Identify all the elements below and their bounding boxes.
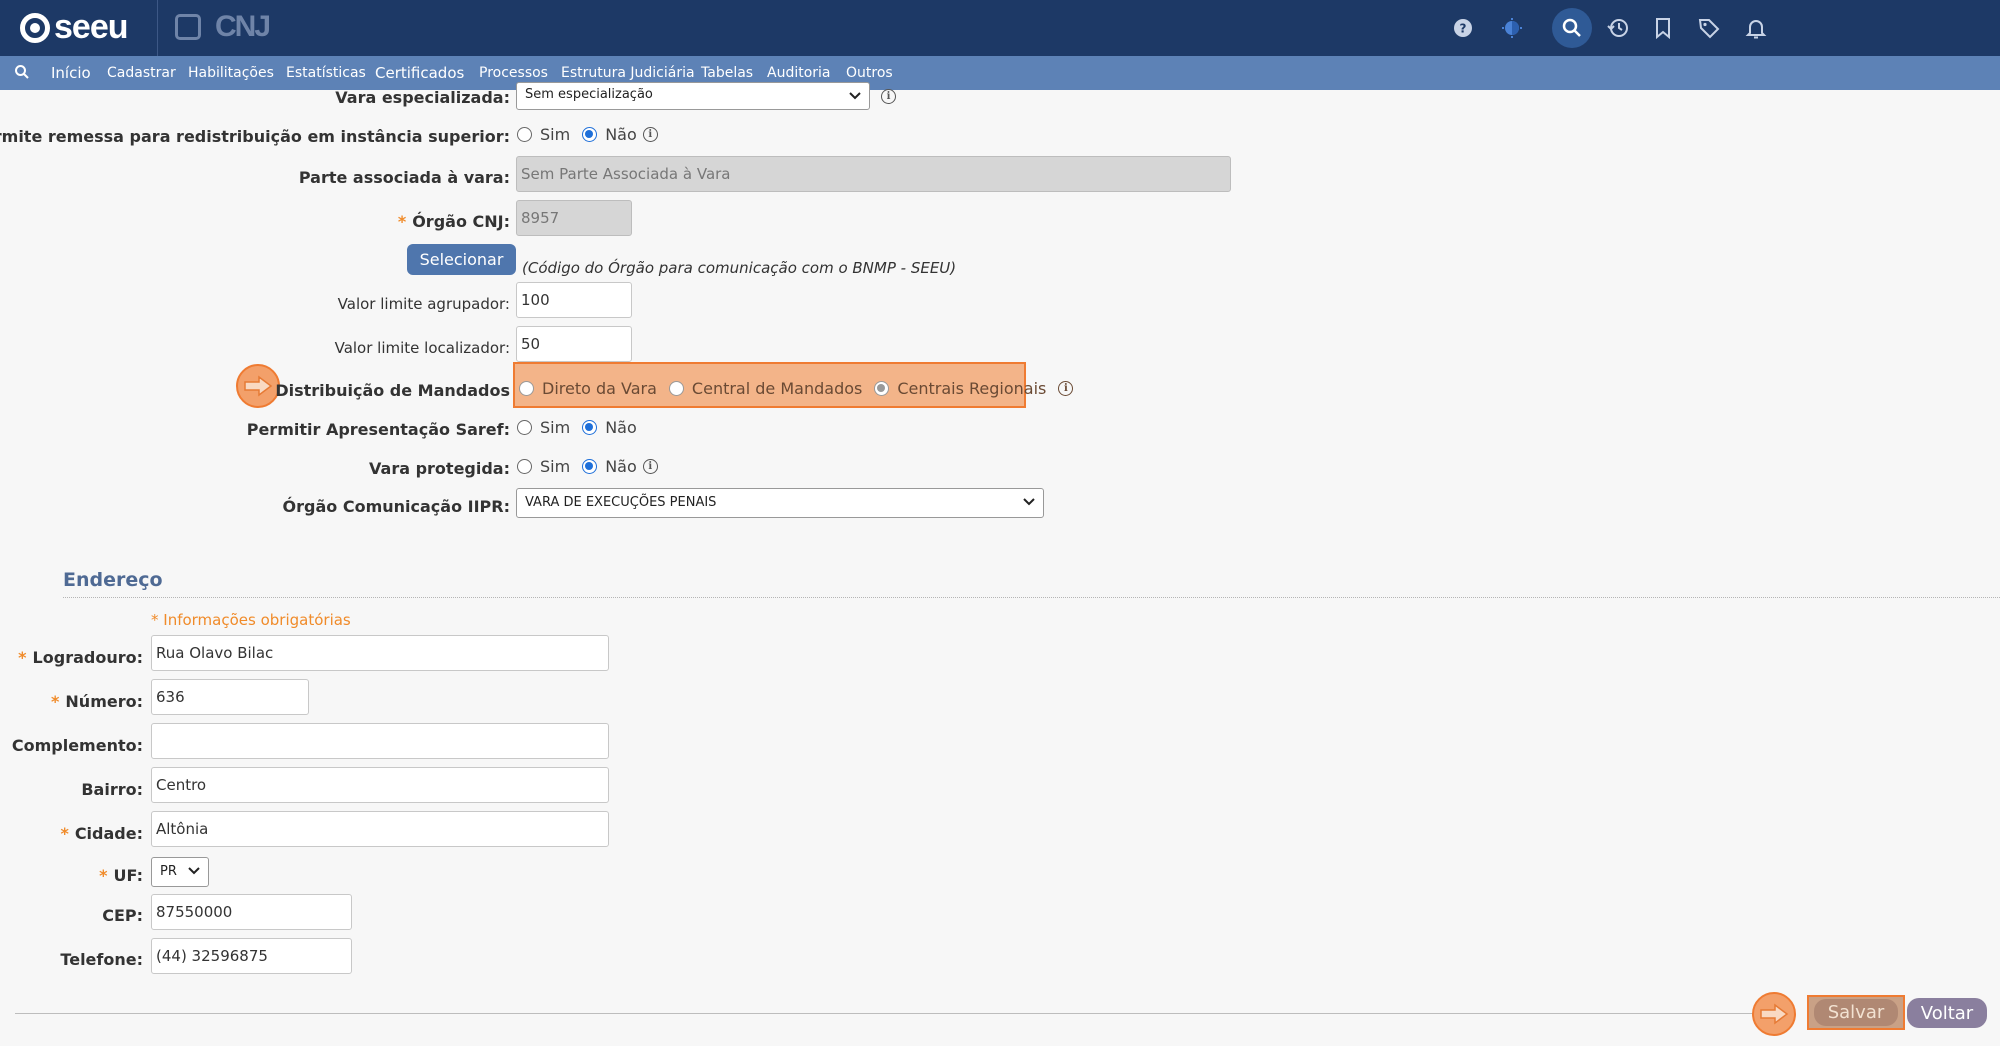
parte-associada-label: Parte associada à vara: xyxy=(298,168,510,187)
cidade-input[interactable]: Altônia xyxy=(151,811,609,847)
svg-text:?: ? xyxy=(1460,22,1467,36)
vara-protegida-radio-group: Sim Não i xyxy=(517,457,658,476)
nav-search-icon[interactable] xyxy=(14,64,30,80)
seeu-logo[interactable]: seeu xyxy=(20,8,128,47)
section-divider xyxy=(63,597,2000,598)
pointer-arrow-icon xyxy=(236,364,280,408)
pointer-arrow-icon xyxy=(1752,992,1796,1036)
distribuicao-mandados-radio-group: Direto da Vara Central de Mandados Centr… xyxy=(519,379,1074,398)
chevron-down-icon xyxy=(188,867,200,875)
valor-limite-localizador-label: Valor limite localizador: xyxy=(334,339,510,357)
seeu-gear-icon xyxy=(20,12,50,43)
central-de-mandados-radio[interactable] xyxy=(668,381,684,396)
vara-protegida-sim-radio[interactable] xyxy=(517,459,532,474)
telefone-input[interactable]: (44) 32596875 xyxy=(151,938,352,974)
selecionar-button[interactable]: Selecionar xyxy=(407,244,516,275)
orgao-iipr-label: Órgão Comunicação IIPR: xyxy=(282,497,510,516)
vara-especializada-label: Vara especializada: xyxy=(335,88,510,107)
permitir-saref-radio-group: Sim Não xyxy=(517,418,649,437)
tag-icon[interactable] xyxy=(1689,8,1729,48)
orgao-cnj-field: 8957 xyxy=(516,200,632,236)
permitir-saref-sim-radio[interactable] xyxy=(517,420,532,435)
bairro-input[interactable]: Centro xyxy=(151,767,609,803)
orgao-cnj-label: * Órgão CNJ: xyxy=(397,212,510,231)
cnj-emblem-icon xyxy=(175,14,201,40)
logradouro-input[interactable]: Rua Olavo Bilac xyxy=(151,635,609,671)
nav-auditoria[interactable]: Auditoria xyxy=(767,65,831,81)
search-icon[interactable] xyxy=(1552,8,1592,48)
theme-icon[interactable] xyxy=(1492,8,1532,48)
bookmark-icon[interactable] xyxy=(1643,8,1683,48)
help-icon[interactable]: ? xyxy=(1443,8,1483,48)
valor-limite-agrupador-label: Valor limite agrupador: xyxy=(337,295,510,313)
info-icon[interactable]: i xyxy=(642,459,658,474)
nav-inicio[interactable]: Início xyxy=(51,64,91,82)
direto-da-vara-radio[interactable] xyxy=(519,381,534,396)
nav-certificados[interactable]: Certificados xyxy=(375,64,464,82)
logradouro-label: * Logradouro: xyxy=(18,648,143,667)
chevron-down-icon xyxy=(1023,498,1035,506)
top-bar: seeu CNJ ? xyxy=(0,0,2000,56)
nav-processos[interactable]: Processos xyxy=(479,65,548,81)
orgao-iipr-select[interactable]: VARA DE EXECUÇÕES PENAIS xyxy=(516,488,1044,518)
nav-cadastrar[interactable]: Cadastrar xyxy=(107,65,176,81)
complemento-input[interactable] xyxy=(151,723,609,759)
uf-select[interactable]: PR xyxy=(151,857,209,887)
required-note: * Informações obrigatórias xyxy=(151,611,351,629)
nav-tabelas[interactable]: Tabelas xyxy=(701,65,753,81)
chevron-down-icon xyxy=(849,92,861,100)
cep-label: CEP: xyxy=(102,906,143,925)
info-icon[interactable]: i xyxy=(881,89,896,104)
permite-remessa-nao-radio[interactable] xyxy=(582,127,598,142)
cep-input[interactable]: 87550000 xyxy=(151,894,352,930)
bell-icon[interactable] xyxy=(1736,8,1776,48)
logo-divider xyxy=(157,0,158,56)
valor-limite-localizador-input[interactable]: 50 xyxy=(516,326,632,362)
centrais-regionais-radio[interactable] xyxy=(874,381,890,396)
uf-label: * UF: xyxy=(99,866,143,885)
orgao-hint: (Código do Órgão para comunicação com o … xyxy=(522,259,957,277)
footer-divider xyxy=(15,1013,1785,1014)
history-icon[interactable] xyxy=(1598,8,1638,48)
nav-estatisticas[interactable]: Estatísticas xyxy=(286,65,366,81)
voltar-button[interactable]: Voltar xyxy=(1907,998,1987,1028)
cidade-label: * Cidade: xyxy=(60,824,143,843)
info-icon[interactable]: i xyxy=(642,127,658,142)
distribuicao-mandados-label: Distribuição de Mandados xyxy=(275,381,510,400)
numero-label: * Número: xyxy=(51,692,143,711)
endereco-section-title: Endereço xyxy=(63,569,163,591)
nav-outros[interactable]: Outros xyxy=(846,65,893,81)
permitir-saref-nao-radio[interactable] xyxy=(582,420,598,435)
info-icon[interactable]: i xyxy=(1058,381,1074,396)
cnj-logo: CNJ xyxy=(175,10,271,44)
numero-input[interactable]: 636 xyxy=(151,679,309,715)
complemento-label: Complemento: xyxy=(11,736,143,755)
bairro-label: Bairro: xyxy=(81,780,143,799)
valor-limite-agrupador-input[interactable]: 100 xyxy=(516,282,632,318)
vara-protegida-label: Vara protegida: xyxy=(369,459,510,478)
vara-especializada-select[interactable]: Sem especialização xyxy=(516,82,870,110)
salvar-button[interactable]: Salvar xyxy=(1807,995,1905,1030)
permite-remessa-label: Permite remessa para redistribuição em i… xyxy=(0,127,510,146)
permite-remessa-sim-radio[interactable] xyxy=(517,127,532,142)
vara-protegida-nao-radio[interactable] xyxy=(582,459,598,474)
main-nav: Início Cadastrar Habilitações Estatístic… xyxy=(0,56,2000,90)
nav-habilitacoes[interactable]: Habilitações xyxy=(188,65,274,81)
permitir-saref-label: Permitir Apresentação Saref: xyxy=(246,420,510,439)
permite-remessa-radio-group: Sim Não i xyxy=(517,125,658,144)
parte-associada-field: Sem Parte Associada à Vara xyxy=(516,156,1231,192)
telefone-label: Telefone: xyxy=(60,950,143,969)
nav-estrutura-judiciaria[interactable]: Estrutura Judiciária xyxy=(561,65,695,81)
